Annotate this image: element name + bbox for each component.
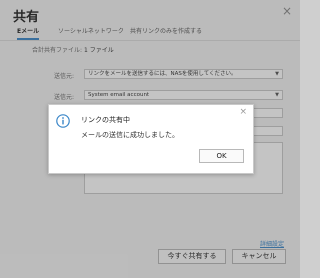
ok-button[interactable]: OK xyxy=(199,149,244,163)
info-icon xyxy=(56,114,70,128)
dialog-close-icon[interactable]: × xyxy=(239,108,247,117)
success-dialog: × リンクの共有中 メールの送信に成功しました。 OK xyxy=(48,104,254,174)
dialog-title: リンクの共有中 xyxy=(81,116,130,124)
dialog-message: メールの送信に成功しました。 xyxy=(81,131,179,139)
